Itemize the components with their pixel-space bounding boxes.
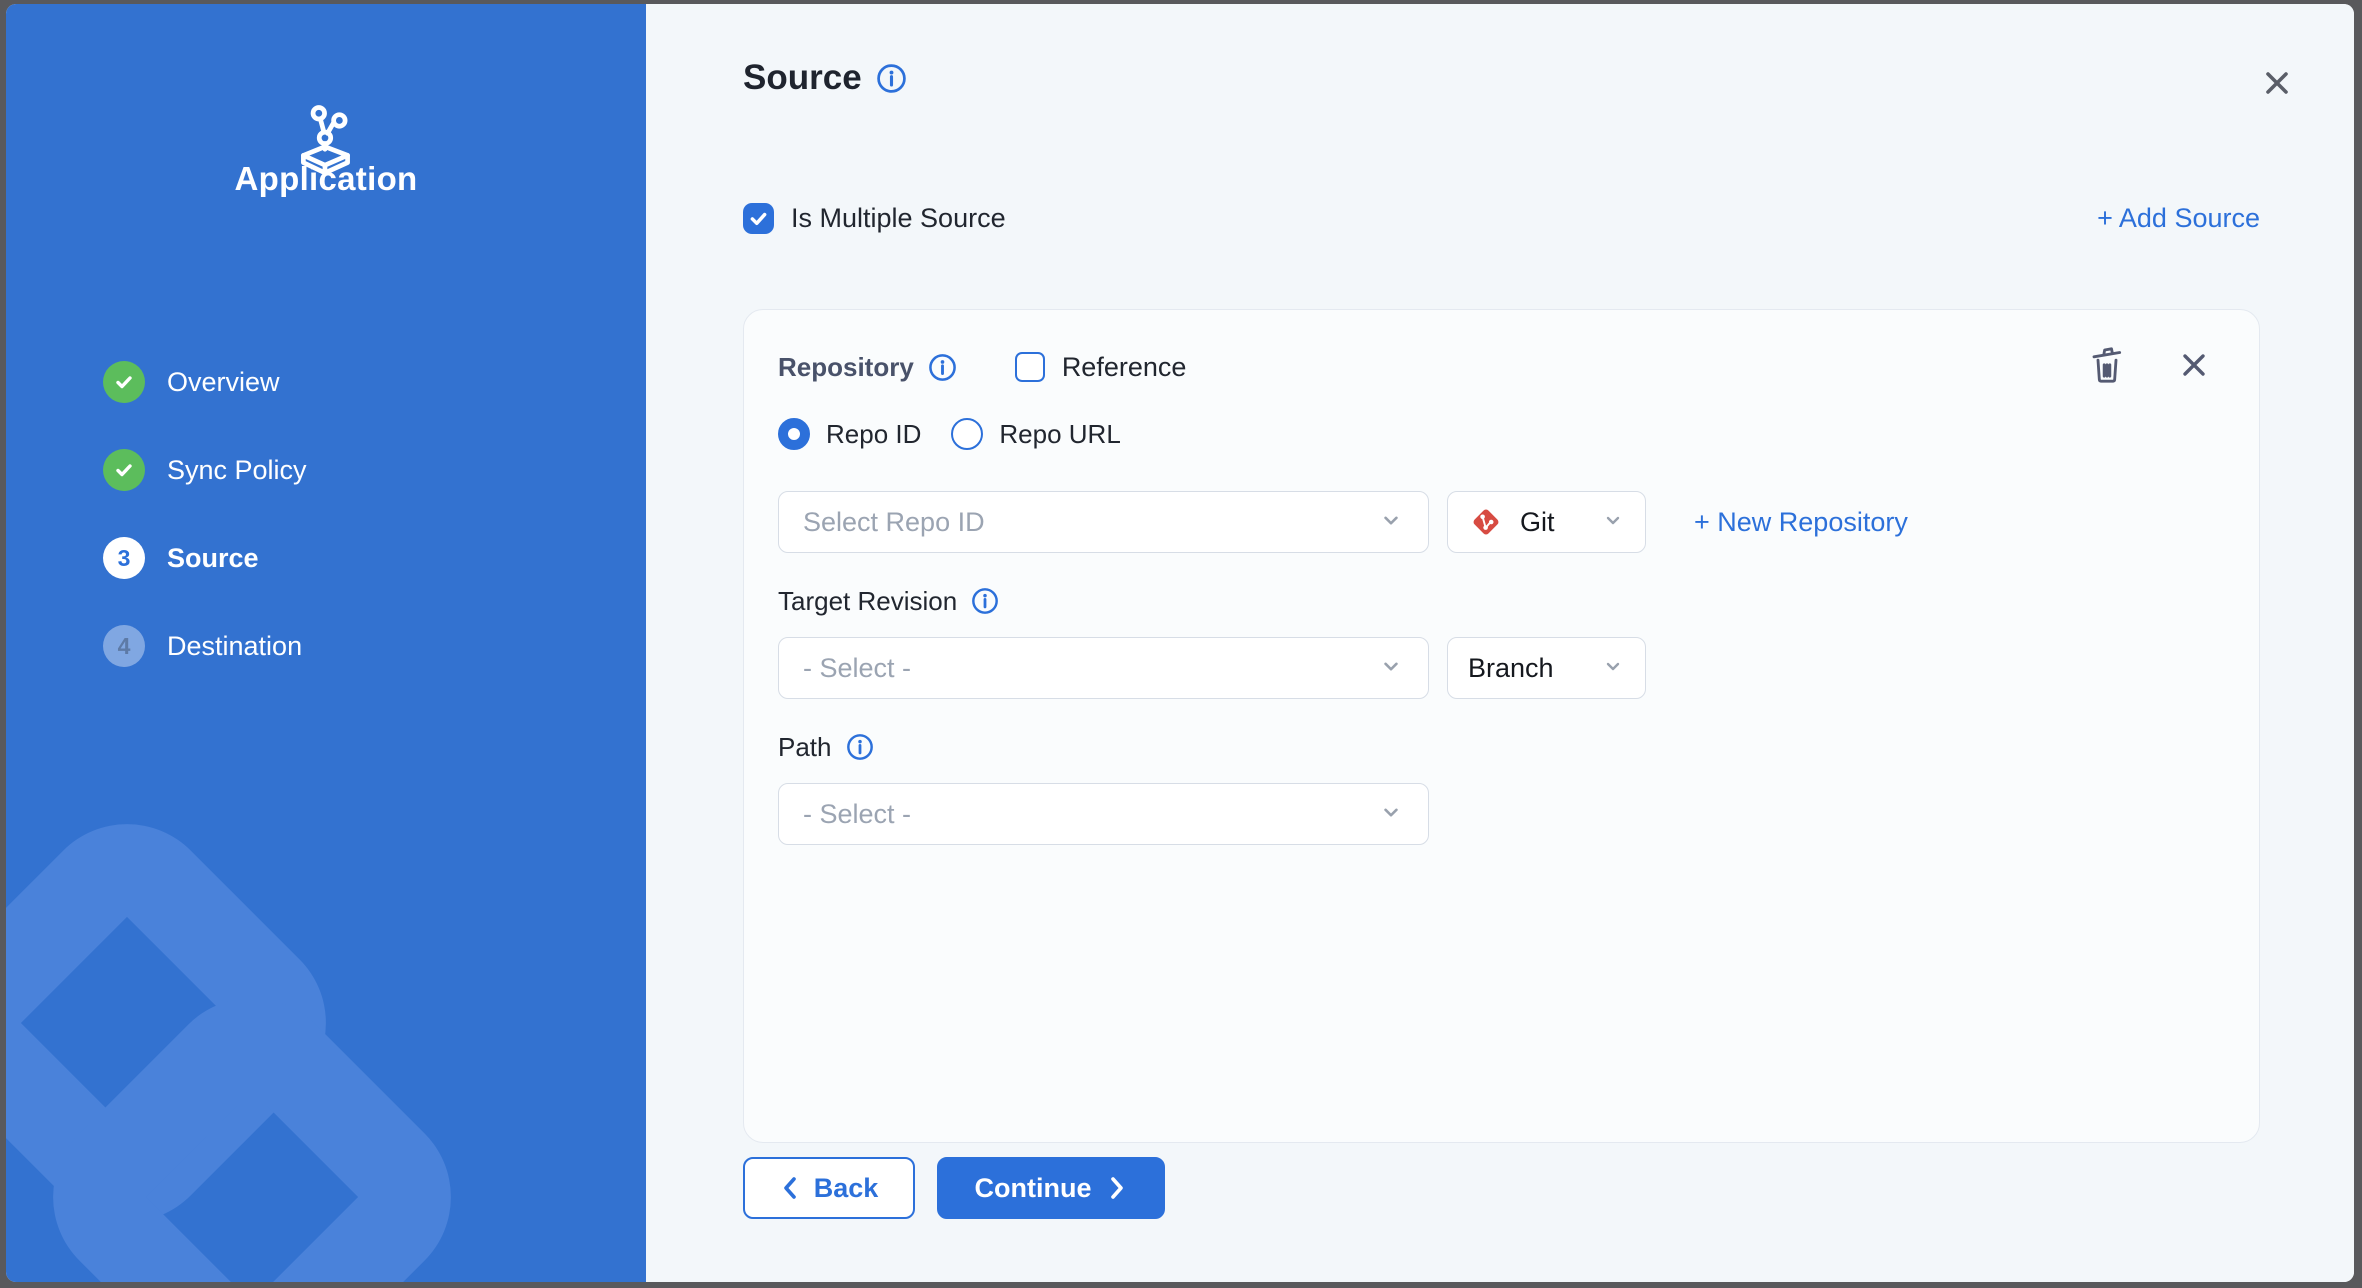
info-icon[interactable] — [971, 587, 999, 615]
step-number-badge: 4 — [103, 625, 145, 667]
wizard-title: Application — [6, 160, 646, 198]
path-label: Path — [778, 732, 832, 763]
wizard-steps: Overview Sync Policy 3 Source 4 Destinat… — [103, 360, 307, 712]
step-destination[interactable]: 4 Destination — [103, 624, 307, 668]
revision-type-value: Branch — [1468, 653, 1601, 684]
step-sync-policy[interactable]: Sync Policy — [103, 448, 307, 492]
trash-icon[interactable] — [2087, 344, 2127, 386]
step-overview[interactable]: Overview — [103, 360, 307, 404]
source-repository-card: Repository Reference Repo ID Repo URL — [743, 309, 2260, 1143]
repository-label: Repository — [778, 352, 914, 383]
info-icon[interactable] — [846, 733, 874, 761]
step-source[interactable]: 3 Source — [103, 536, 307, 580]
new-repository-link[interactable]: + New Repository — [1694, 507, 1908, 538]
target-revision-select[interactable]: - Select - — [778, 637, 1429, 699]
git-icon — [1468, 504, 1504, 540]
back-button-label: Back — [814, 1173, 879, 1204]
repo-type-select[interactable]: Git — [1447, 491, 1646, 553]
revision-type-select[interactable]: Branch — [1447, 637, 1646, 699]
close-icon[interactable] — [2260, 66, 2294, 100]
wizard-sidebar: Application Overview Sync Policy 3 Sourc… — [6, 4, 646, 1282]
repo-id-label: Repo ID — [826, 419, 921, 450]
remove-source-icon[interactable] — [2181, 352, 2207, 378]
back-button[interactable]: Back — [743, 1157, 915, 1219]
chevron-down-icon — [1378, 507, 1404, 538]
repo-id-radio[interactable]: Repo ID — [778, 418, 921, 450]
chevron-down-icon — [1378, 799, 1404, 830]
step-label: Sync Policy — [167, 455, 307, 486]
chevron-down-icon — [1601, 654, 1625, 683]
continue-button[interactable]: Continue — [937, 1157, 1165, 1219]
step-label: Source — [167, 543, 259, 574]
radio-selected-icon — [778, 418, 810, 450]
repo-url-label: Repo URL — [999, 419, 1120, 450]
step-number-badge: 3 — [103, 537, 145, 579]
is-multiple-source-checkbox[interactable]: Is Multiple Source — [743, 203, 1006, 234]
step-label: Destination — [167, 631, 302, 662]
checkbox-checked-icon — [743, 203, 774, 234]
page-title: Source — [743, 58, 862, 98]
path-select[interactable]: - Select - — [778, 783, 1429, 845]
repo-id-select-placeholder: Select Repo ID — [803, 507, 1378, 538]
application-wizard-modal: Application Overview Sync Policy 3 Sourc… — [6, 4, 2354, 1282]
step-label: Overview — [167, 367, 280, 398]
is-multiple-source-label: Is Multiple Source — [791, 203, 1006, 234]
radio-unselected-icon — [951, 418, 983, 450]
repo-id-select[interactable]: Select Repo ID — [778, 491, 1429, 553]
chevron-down-icon — [1378, 653, 1404, 684]
path-select-placeholder: - Select - — [803, 799, 1378, 830]
chevron-right-icon — [1107, 1175, 1127, 1201]
source-step-panel: Source Is Multiple Source + Add Source — [646, 4, 2354, 1282]
info-icon[interactable] — [876, 63, 907, 94]
info-icon[interactable] — [928, 353, 957, 382]
chevron-down-icon — [1601, 508, 1625, 537]
target-revision-placeholder: - Select - — [803, 653, 1378, 684]
checkbox-unchecked-icon — [1015, 352, 1045, 382]
check-icon — [103, 449, 145, 491]
target-revision-label: Target Revision — [778, 586, 957, 617]
repo-type-value: Git — [1520, 507, 1601, 538]
add-source-link[interactable]: + Add Source — [2097, 203, 2260, 234]
continue-button-label: Continue — [975, 1173, 1092, 1204]
chevron-left-icon — [780, 1175, 800, 1201]
check-icon — [103, 361, 145, 403]
reference-checkbox[interactable]: Reference — [1015, 352, 1187, 383]
reference-label: Reference — [1062, 352, 1187, 383]
repo-url-radio[interactable]: Repo URL — [951, 418, 1120, 450]
